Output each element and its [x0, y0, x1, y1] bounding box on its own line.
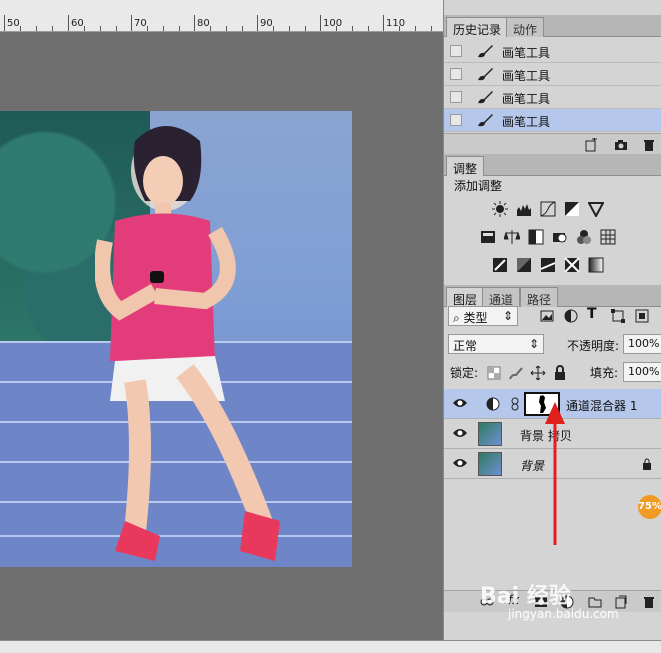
opacity-field[interactable]: 100%: [623, 334, 661, 354]
curves-icon[interactable]: [540, 201, 556, 217]
color-lookup-icon[interactable]: [600, 229, 616, 245]
opacity-label: 不透明度:: [567, 339, 620, 353]
history-item-selected[interactable]: 画笔工具: [444, 109, 661, 132]
lock-position-icon[interactable]: [530, 365, 546, 381]
invert-icon[interactable]: [492, 257, 508, 273]
tab-history[interactable]: 历史记录: [446, 17, 509, 37]
ruler-label: 100: [323, 18, 343, 29]
history-item-label: 画笔工具: [502, 115, 551, 129]
lock-all-icon[interactable]: [552, 365, 568, 381]
ruler-label: 70: [134, 18, 147, 29]
visibility-eye-icon[interactable]: [452, 457, 468, 469]
baidu-watermark-logo: Bai 经验: [480, 584, 571, 609]
lock-label: 锁定:: [450, 366, 479, 380]
tab-layers[interactable]: 图层: [446, 287, 485, 307]
layers-tabbar: 图层 通道 路径: [444, 285, 661, 307]
link-icon[interactable]: [510, 397, 520, 411]
watermark-url: jingyan.baidu.com: [508, 607, 619, 621]
ruler-label: 90: [260, 18, 273, 29]
status-strip: [0, 640, 661, 653]
ruler-label: 110: [386, 18, 406, 29]
smart-object-filter-icon[interactable]: [634, 308, 650, 324]
trash-icon[interactable]: [642, 138, 656, 152]
history-footer: [444, 133, 661, 155]
adjustment-layer-icon: [486, 397, 500, 411]
layer-filter-select[interactable]: ⌕ 类型 ⇕: [448, 306, 518, 326]
posterize-icon[interactable]: [516, 257, 532, 273]
history-item-label: 画笔工具: [502, 92, 551, 106]
ruler-label: 60: [71, 18, 84, 29]
tab-adjustments[interactable]: 调整: [446, 156, 485, 176]
brush-icon: [478, 91, 493, 104]
canvas-area[interactable]: 50 60 70 80 90 100 110: [0, 0, 443, 653]
history-item[interactable]: 画笔工具: [444, 63, 661, 86]
ruler-label: 50: [7, 18, 20, 29]
blend-mode-value: 正常: [453, 339, 478, 353]
tab-paths[interactable]: 路径: [520, 287, 559, 307]
fill-field[interactable]: 100%: [623, 362, 661, 382]
blend-mode-select[interactable]: 正常 ⇕: [448, 334, 544, 354]
gradient-map-icon[interactable]: [588, 257, 604, 273]
black-white-icon[interactable]: [528, 229, 544, 245]
history-item[interactable]: 画笔工具: [444, 40, 661, 63]
brightness-contrast-icon[interactable]: [492, 201, 508, 217]
new-document-from-state-icon[interactable]: [584, 138, 598, 152]
tab-actions[interactable]: 动作: [506, 17, 545, 37]
adjustments-title: 添加调整: [454, 179, 503, 193]
photo-filter-icon[interactable]: [552, 229, 568, 245]
layer-thumbnail: [478, 422, 502, 446]
snapshot-checkbox[interactable]: [450, 114, 462, 126]
horizontal-ruler: 50 60 70 80 90 100 110: [0, 0, 443, 32]
brush-icon: [478, 68, 493, 81]
snapshot-checkbox[interactable]: [450, 68, 462, 80]
color-balance-icon[interactable]: [504, 229, 520, 245]
shape-layer-filter-icon[interactable]: [610, 308, 626, 324]
annotation-arrow: [545, 402, 565, 545]
history-item-label: 画笔工具: [502, 46, 551, 60]
exposure-icon[interactable]: [564, 201, 580, 217]
visibility-eye-icon[interactable]: [452, 427, 468, 439]
threshold-icon[interactable]: [540, 257, 556, 273]
tab-channels[interactable]: 通道: [482, 287, 521, 307]
woman-figure: [95, 126, 280, 561]
brush-icon: [478, 45, 493, 58]
delete-layer-icon[interactable]: [642, 595, 656, 609]
layer-name[interactable]: 通道混合器 1: [566, 397, 637, 414]
zoom-badge[interactable]: 75%: [638, 495, 661, 519]
levels-icon[interactable]: [516, 201, 532, 217]
camera-icon[interactable]: [614, 138, 628, 152]
adjustments-tabbar: 调整: [444, 154, 661, 176]
ruler-label: 80: [197, 18, 210, 29]
layer-filter-value: 类型: [463, 311, 488, 325]
selective-color-icon[interactable]: [564, 257, 580, 273]
type-layer-filter-icon[interactable]: T: [587, 306, 597, 322]
fill-label: 填充:: [590, 366, 619, 380]
vibrance-icon[interactable]: [588, 201, 604, 217]
pixel-layer-filter-icon[interactable]: [539, 308, 555, 324]
visibility-eye-icon[interactable]: [452, 397, 468, 409]
history-item-label: 画笔工具: [502, 69, 551, 83]
history-item[interactable]: 画笔工具: [444, 86, 661, 109]
snapshot-checkbox[interactable]: [450, 45, 462, 57]
lock-icon: [643, 458, 651, 470]
chevron-updown-icon: ⇕: [528, 337, 539, 351]
hue-saturation-icon[interactable]: [480, 229, 496, 245]
layer-thumbnail: [478, 452, 502, 476]
document-image[interactable]: [0, 111, 352, 567]
lock-transparent-pixels-icon[interactable]: [486, 365, 502, 381]
search-icon: ⌕: [453, 311, 464, 325]
adjustment-layer-filter-icon[interactable]: [563, 308, 579, 324]
lock-image-pixels-icon[interactable]: [508, 365, 524, 381]
history-tabbar: 历史记录 动作: [444, 15, 661, 37]
snapshot-checkbox[interactable]: [450, 91, 462, 103]
channel-mixer-icon[interactable]: [576, 229, 592, 245]
right-panel-dock: 历史记录 动作 画笔工具 画笔工具 画笔工具 画笔工具 调整 添加调整 图层 通…: [443, 0, 661, 653]
brush-icon: [478, 114, 493, 127]
chevron-updown-icon: ⇕: [502, 309, 513, 323]
